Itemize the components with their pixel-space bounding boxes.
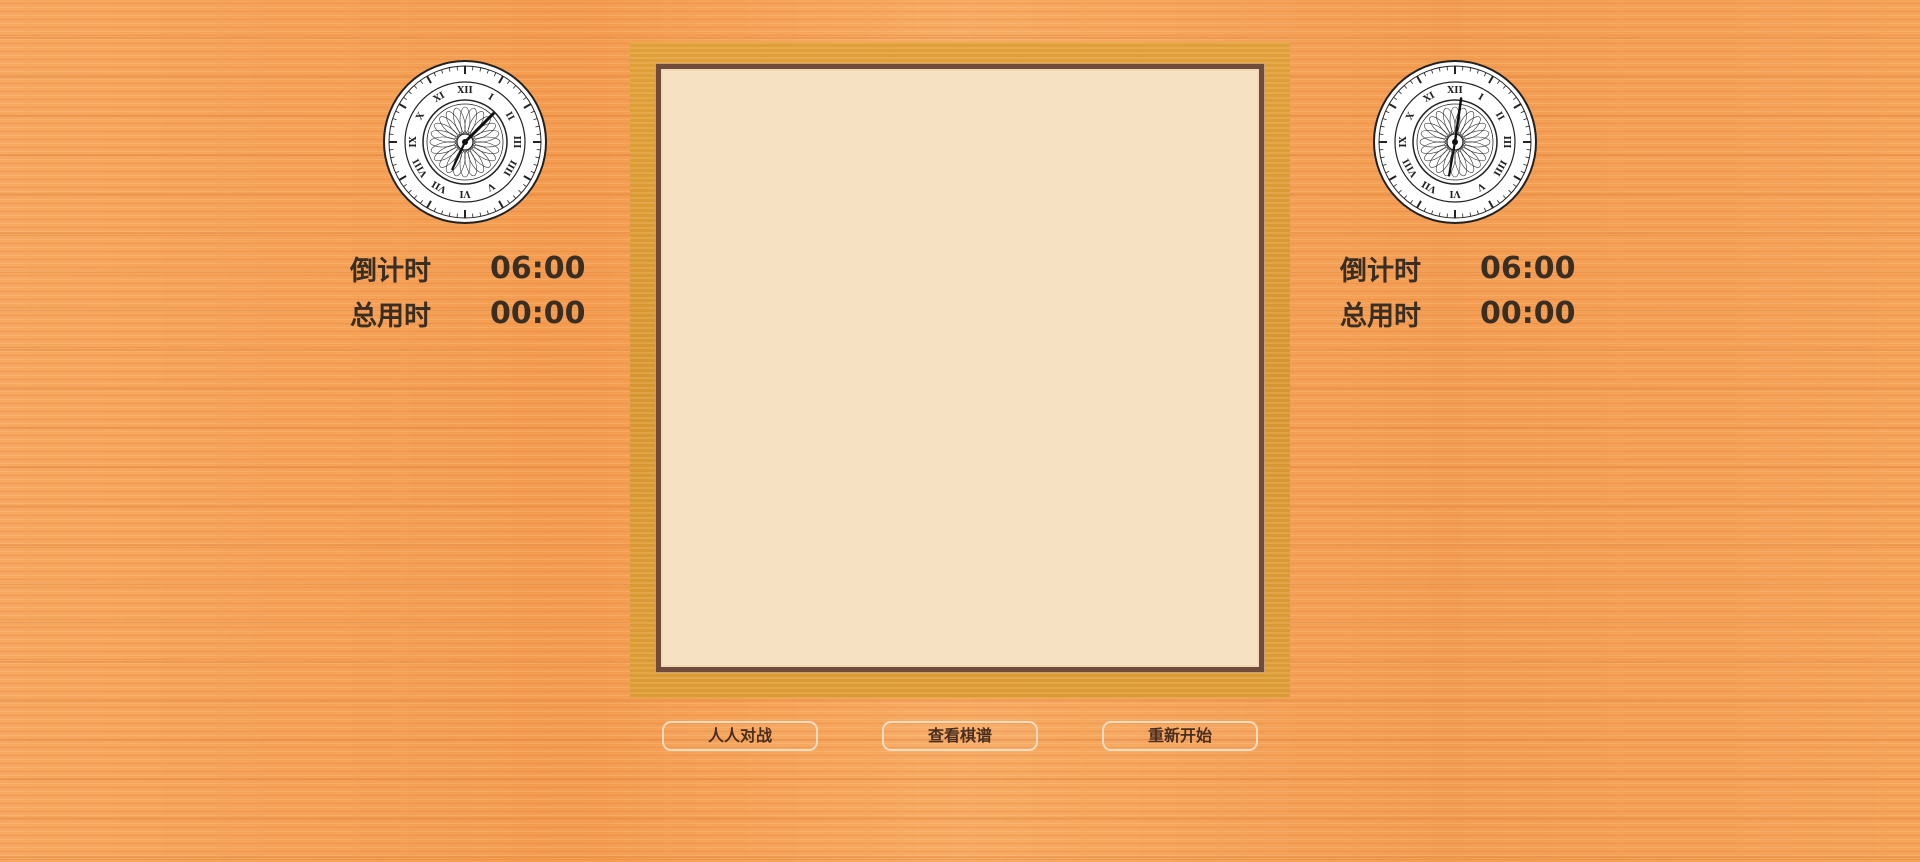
total-time-row: 总用时 00:00	[350, 291, 590, 336]
svg-text:VI: VI	[459, 188, 471, 198]
total-time-value: 00:00	[1480, 296, 1576, 331]
countdown-row: 倒计时 06:00	[1340, 246, 1580, 291]
countdown-label: 倒计时	[350, 256, 431, 287]
game-board-frame	[630, 42, 1290, 698]
total-time-value: 00:00	[490, 296, 586, 331]
view-record-button[interactable]: 查看棋谱	[882, 721, 1038, 751]
pvp-mode-button[interactable]: 人人对战	[662, 721, 818, 751]
countdown-row: 倒计时 06:00	[350, 246, 590, 291]
svg-text:III: III	[511, 136, 521, 149]
player-right-clock-icon: XII I II III IIII V VI VII VIII IX X XI	[1372, 59, 1538, 225]
countdown-label: 倒计时	[1340, 256, 1421, 287]
restart-button[interactable]: 重新开始	[1102, 721, 1258, 751]
svg-text:IX: IX	[409, 136, 419, 147]
player-left-clock-icon: XII I II III IIII V VI VII VIII IX X XI	[382, 59, 548, 225]
svg-text:IX: IX	[1399, 136, 1409, 147]
countdown-value: 06:00	[490, 251, 586, 286]
countdown-value: 06:00	[1480, 251, 1576, 286]
total-time-row: 总用时 00:00	[1340, 291, 1580, 336]
total-time-label: 总用时	[350, 301, 431, 332]
player-right-timer-panel: 倒计时 06:00 总用时 00:00	[1340, 246, 1580, 336]
player-left-timer-panel: 倒计时 06:00 总用时 00:00	[350, 246, 590, 336]
svg-text:XII: XII	[457, 86, 472, 96]
svg-text:XII: XII	[1447, 86, 1462, 96]
svg-text:VI: VI	[1449, 188, 1461, 198]
total-time-label: 总用时	[1340, 301, 1421, 332]
svg-text:III: III	[1501, 136, 1511, 149]
game-board[interactable]	[656, 64, 1264, 672]
